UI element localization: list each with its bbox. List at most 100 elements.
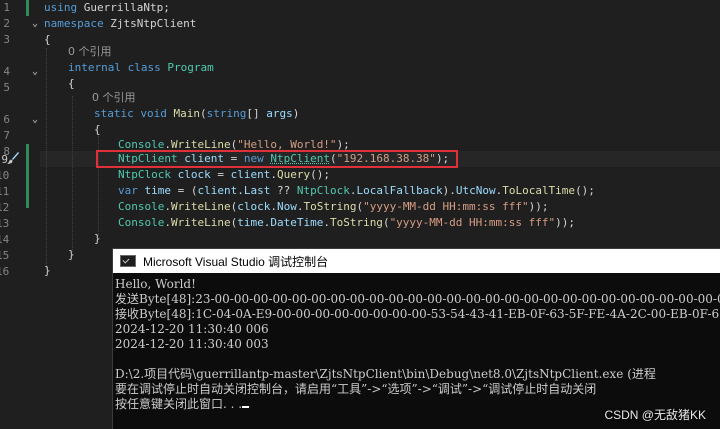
method-name: ToString: [329, 216, 383, 229]
keyword: static: [94, 107, 134, 120]
line-number: 12: [0, 201, 10, 214]
console-title-bar[interactable]: Microsoft Visual Studio 调试控制台: [113, 249, 720, 273]
line-number: 6: [3, 113, 10, 126]
punct: =: [210, 168, 231, 181]
line-number: 11: [0, 185, 10, 198]
line-number: 2: [3, 17, 10, 30]
line-number: 15: [0, 249, 10, 262]
code-line-12[interactable]: Console.WriteLine(clock.Now.ToString("yy…: [118, 199, 549, 215]
collapse-icon[interactable]: ⌄: [32, 64, 38, 80]
punct: []: [246, 107, 267, 120]
punct: ();: [575, 184, 595, 197]
keyword: string: [206, 107, 247, 120]
method-name: Main: [173, 107, 201, 120]
property: UtcNow: [455, 184, 496, 197]
code-line-4[interactable]: internal class Program: [68, 60, 214, 76]
code-line-3[interactable]: {: [44, 32, 51, 48]
collapse-icon[interactable]: ⌄: [32, 112, 38, 128]
variable: client: [230, 168, 271, 181]
code-line-15[interactable]: }: [68, 247, 75, 263]
line-number: 13: [0, 217, 10, 230]
console-window-icon: [120, 255, 136, 267]
variable: time: [144, 184, 172, 197]
punct: = (: [171, 184, 198, 197]
keyword: namespace: [44, 17, 104, 30]
line-number: 3: [3, 33, 10, 46]
debug-console-window[interactable]: Microsoft Visual Studio 调试控制台 Hello, Wor…: [112, 248, 720, 429]
property: Now: [276, 200, 297, 213]
code-line-2[interactable]: namespace ZjtsNtpClient: [44, 16, 196, 32]
line-number: 1: [3, 1, 10, 14]
code-line-14[interactable]: }: [94, 231, 101, 247]
variable: client: [197, 184, 238, 197]
type-name: NtpClock: [296, 184, 350, 197]
variable: clock: [177, 168, 211, 181]
variable: time: [237, 216, 264, 229]
method-name: Query: [276, 168, 311, 181]
punct: .: [164, 216, 171, 229]
code-line-10[interactable]: NtpClock clock = client.Query();: [118, 167, 330, 183]
code-line-6[interactable]: static void Main(string[] args): [94, 106, 299, 122]
console-line: 接收Byte[48]:1C-04-0A-E9-00-00-00-00-00-00…: [115, 307, 720, 321]
namespace-name: GuerrillaNtp;: [77, 1, 170, 14]
code-line-1[interactable]: using GuerrillaNtp;: [44, 0, 170, 16]
indent-guide: [72, 96, 73, 252]
type-name: NtpClock: [118, 168, 171, 181]
change-marker: [26, 144, 29, 208]
text-cursor: [242, 406, 250, 408]
change-marker: [26, 0, 29, 16]
paintbrush-icon[interactable]: [6, 151, 20, 165]
console-title: Microsoft Visual Studio 调试控制台: [143, 254, 329, 269]
property: DateTime: [270, 216, 324, 229]
keyword: using: [44, 1, 78, 14]
keyword: var: [118, 184, 138, 197]
code-line-16[interactable]: }: [44, 263, 51, 279]
method-name: WriteLine: [170, 216, 231, 229]
property: LocalFallback: [356, 184, 443, 197]
console-line: Hello, World!: [115, 277, 196, 291]
codelens-references[interactable]: 0 个引用: [92, 90, 136, 106]
class-name: Program: [167, 61, 214, 74]
punct: .: [270, 168, 277, 181]
code-line-11[interactable]: var time = (client.Last ?? NtpClock.Loca…: [118, 183, 595, 199]
parameter: args: [266, 107, 293, 120]
punct: .: [164, 200, 171, 213]
console-line: 按任意键关闭此窗口. . .: [115, 397, 243, 411]
punct: .: [270, 200, 277, 213]
property: Last: [243, 184, 271, 197]
punct: ??: [270, 184, 297, 197]
type-name: Console: [118, 200, 165, 213]
punct: ): [292, 107, 300, 120]
method-name: WriteLine: [170, 200, 231, 213]
code-line-7[interactable]: {: [94, 122, 101, 138]
punct: ));: [528, 200, 549, 213]
string-literal: "yyyy-MM-dd HH:mm:ss fff": [389, 216, 556, 229]
console-line: 发送Byte[48]:23-00-00-00-00-00-00-00-00-00…: [115, 292, 720, 306]
method-name: ToString: [303, 200, 357, 213]
punct: (: [382, 216, 390, 229]
line-number: 16: [0, 265, 10, 278]
namespace-name: ZjtsNtpClient: [103, 17, 197, 30]
line-number: 5: [3, 81, 10, 94]
codelens-references[interactable]: 0 个引用: [68, 44, 112, 60]
line-number-gutter: 1 2 3 4 5 6 7 8 9 10 11 12 13 14 15 16: [0, 0, 30, 429]
string-literal: "yyyy-MM-dd HH:mm:ss fff": [363, 200, 529, 213]
punct: ).: [442, 184, 456, 197]
watermark: CSDN @无敌猪KK: [604, 408, 706, 422]
variable: clock: [237, 200, 271, 213]
punct: (: [200, 107, 207, 120]
red-annotation-box: [96, 150, 458, 168]
line-number: 14: [0, 233, 10, 246]
console-line: 要在调试停止时自动关闭控制台，请启用“工具”->“选项”->“调试”->“调试停…: [115, 382, 597, 396]
punct: ));: [555, 216, 576, 229]
punct: .: [323, 216, 330, 229]
code-line-5[interactable]: {: [68, 76, 75, 92]
type-name: Console: [118, 216, 165, 229]
collapse-icon[interactable]: ⌄: [32, 16, 38, 32]
line-number: 4: [3, 65, 10, 78]
code-line-13[interactable]: Console.WriteLine(time.DateTime.ToString…: [118, 215, 575, 231]
punct: .: [237, 184, 244, 197]
